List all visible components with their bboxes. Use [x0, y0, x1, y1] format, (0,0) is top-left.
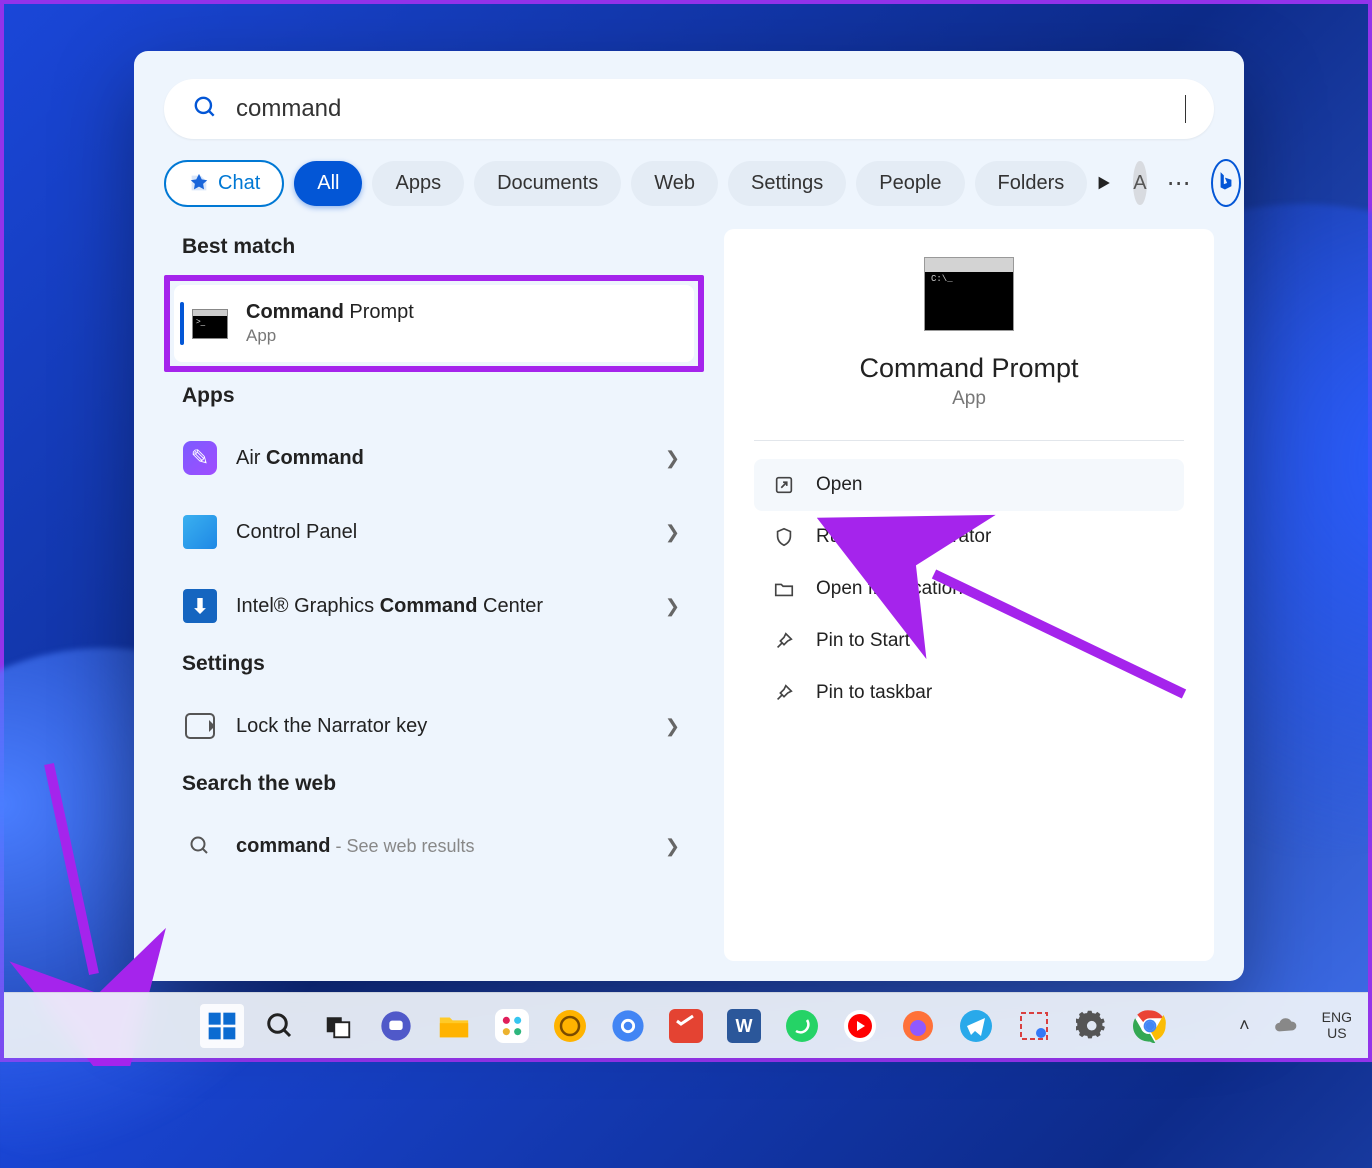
- detail-title: Command Prompt: [859, 353, 1078, 384]
- shield-icon: [772, 525, 796, 549]
- bing-chat-icon[interactable]: [1211, 159, 1241, 207]
- detail-panel: Command Prompt App Open Run as administr…: [724, 229, 1214, 961]
- tray-chevron-up-icon[interactable]: ˄: [1239, 1004, 1250, 1048]
- action-pin-taskbar[interactable]: Pin to taskbar: [754, 667, 1184, 719]
- action-label: Open file location: [816, 578, 963, 600]
- action-run-admin[interactable]: Run as administrator: [754, 511, 1184, 563]
- result-title: Intel® Graphics Command Center: [236, 595, 647, 618]
- text-caret: [1185, 95, 1186, 123]
- divider: [754, 440, 1184, 441]
- section-best-match: Best match: [164, 229, 704, 269]
- action-open[interactable]: Open: [754, 459, 1184, 511]
- filter-apps-label: Apps: [395, 172, 441, 195]
- taskbar-snip[interactable]: [1012, 1004, 1056, 1048]
- chevron-right-icon: ❯: [665, 522, 686, 543]
- result-web-search[interactable]: command - See web results ❯: [164, 812, 704, 880]
- air-command-icon: ✎: [182, 440, 218, 476]
- language-indicator[interactable]: ENGUS: [1322, 1010, 1352, 1041]
- taskbar-telegram[interactable]: [954, 1004, 998, 1048]
- pin-icon: [772, 629, 796, 653]
- result-subtitle: App: [246, 326, 676, 346]
- search-icon: [182, 828, 218, 864]
- chevron-right-icon: ❯: [665, 716, 686, 737]
- filter-settings-label: Settings: [751, 172, 823, 195]
- results-column: Best match Command Prompt App Apps ✎ Air…: [164, 229, 704, 961]
- filter-folders-label: Folders: [998, 172, 1065, 195]
- filter-all[interactable]: All: [294, 161, 362, 206]
- result-title: Command Prompt: [246, 301, 676, 324]
- taskbar-whatsapp[interactable]: [780, 1004, 824, 1048]
- chevron-right-icon: ❯: [665, 596, 686, 617]
- command-prompt-icon: [192, 306, 228, 342]
- action-open-location[interactable]: Open file location: [754, 563, 1184, 615]
- filter-documents[interactable]: Documents: [474, 161, 621, 206]
- section-search-web: Search the web: [164, 766, 704, 806]
- more-options[interactable]: ⋯: [1157, 169, 1201, 198]
- filter-documents-label: Documents: [497, 172, 598, 195]
- filters-scroll-right[interactable]: [1097, 166, 1113, 200]
- taskbar-app-1[interactable]: [548, 1004, 592, 1048]
- taskbar-chat[interactable]: [374, 1004, 418, 1048]
- filter-apps[interactable]: Apps: [372, 161, 464, 206]
- filter-row: Chat All Apps Documents Web Settings Peo…: [164, 159, 1214, 207]
- account-initial: A: [1133, 172, 1146, 195]
- section-settings: Settings: [164, 646, 704, 686]
- result-narrator-lock[interactable]: Lock the Narrator key ❯: [164, 692, 704, 760]
- filter-people[interactable]: People: [856, 161, 964, 206]
- search-input[interactable]: [236, 95, 1167, 123]
- filter-folders[interactable]: Folders: [975, 161, 1088, 206]
- taskbar-chrome[interactable]: [606, 1004, 650, 1048]
- result-title: Lock the Narrator key: [236, 715, 647, 738]
- result-title: Air Command: [236, 447, 647, 470]
- narrator-icon: [182, 708, 218, 744]
- chevron-right-icon: ❯: [665, 448, 686, 469]
- action-label: Pin to taskbar: [816, 682, 932, 704]
- taskbar-explorer[interactable]: [432, 1004, 476, 1048]
- filter-web[interactable]: Web: [631, 161, 718, 206]
- taskbar-word[interactable]: W: [722, 1004, 766, 1048]
- annotation-highlight: Command Prompt App: [164, 275, 704, 372]
- filter-web-label: Web: [654, 172, 695, 195]
- result-control-panel[interactable]: Control Panel ❯: [164, 498, 704, 566]
- filter-people-label: People: [879, 172, 941, 195]
- control-panel-icon: [182, 514, 218, 550]
- taskbar-slack[interactable]: [490, 1004, 534, 1048]
- result-intel-graphics[interactable]: ⬇ Intel® Graphics Command Center ❯: [164, 572, 704, 640]
- account-avatar[interactable]: A: [1133, 161, 1146, 205]
- result-command-prompt[interactable]: Command Prompt App: [174, 285, 694, 362]
- tray-onedrive-icon[interactable]: [1264, 1004, 1308, 1048]
- open-icon: [772, 473, 796, 497]
- search-panel: Chat All Apps Documents Web Settings Peo…: [134, 51, 1244, 981]
- filter-chat[interactable]: Chat: [164, 160, 284, 207]
- svg-text:W: W: [736, 1016, 753, 1036]
- filter-settings[interactable]: Settings: [728, 161, 846, 206]
- taskbar-firefox[interactable]: [896, 1004, 940, 1048]
- taskbar-search[interactable]: [258, 1004, 302, 1048]
- search-icon: [192, 94, 218, 125]
- taskbar-settings[interactable]: [1070, 1004, 1114, 1048]
- pin-icon: [772, 681, 796, 705]
- chevron-right-icon: ❯: [665, 836, 686, 857]
- taskbar-taskview[interactable]: [316, 1004, 360, 1048]
- taskbar-chrome-2[interactable]: [1128, 1004, 1172, 1048]
- result-title: command - See web results: [236, 835, 647, 858]
- folder-icon: [772, 577, 796, 601]
- detail-app-icon: [924, 257, 1014, 331]
- taskbar-youtube[interactable]: [838, 1004, 882, 1048]
- section-apps: Apps: [164, 378, 704, 418]
- result-air-command[interactable]: ✎ Air Command ❯: [164, 424, 704, 492]
- result-title: Control Panel: [236, 521, 647, 544]
- filter-chat-label: Chat: [218, 172, 260, 195]
- action-label: Pin to Start: [816, 630, 910, 652]
- search-bar[interactable]: [164, 79, 1214, 139]
- action-label: Open: [816, 474, 862, 496]
- start-button[interactable]: [200, 1004, 244, 1048]
- action-label: Run as administrator: [816, 526, 991, 548]
- filter-all-label: All: [317, 172, 339, 195]
- taskbar: W ˄ ENGUS: [4, 992, 1368, 1058]
- taskbar-todoist[interactable]: [664, 1004, 708, 1048]
- intel-icon: ⬇: [182, 588, 218, 624]
- action-pin-start[interactable]: Pin to Start: [754, 615, 1184, 667]
- detail-subtitle: App: [952, 388, 986, 410]
